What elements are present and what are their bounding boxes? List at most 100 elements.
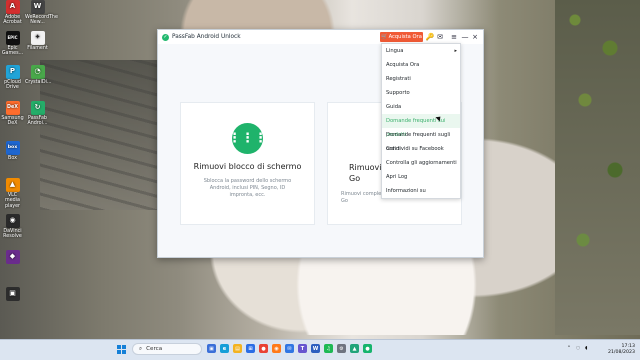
minimize-icon[interactable]: — — [461, 33, 469, 41]
desktop-icon-adobe-acrobat[interactable]: A Adobe Acrobat — [0, 0, 25, 26]
submenu-arrow-icon: ▸ — [454, 48, 457, 54]
grid-lock-icon: ⋮⋮⋮ — [228, 123, 267, 154]
mail-icon[interactable]: ✉ — [285, 344, 294, 353]
desktop-icon-werecord[interactable]: W WeRecordThe New... — [25, 0, 58, 26]
desktop-icon-purple-app[interactable]: ◆ — [0, 250, 25, 265]
crystaldisk-icon: ◔ — [30, 65, 45, 79]
photos-icon[interactable]: ▲ — [350, 344, 359, 353]
windows-start-icon[interactable] — [117, 345, 126, 354]
passfab-icon: ↻ — [30, 101, 45, 115]
wifi-icon[interactable]: ◌ — [576, 346, 580, 351]
menu-item-open-log[interactable]: Apri Log — [382, 170, 460, 184]
desktop-icon-label: VLC media player — [4, 193, 21, 209]
remove-screen-lock-card[interactable]: ⋮⋮⋮ Rimuovi blocco di schermo Sblocca la… — [180, 102, 315, 225]
menu-item-check-updates[interactable]: Controlla gli aggiornamenti — [382, 156, 460, 170]
cart-icon: 🛒 — [381, 34, 388, 40]
menu-icon[interactable]: ≡ — [450, 33, 458, 41]
davinci-icon: ◉ — [5, 214, 20, 228]
filament-icon: ✦ — [30, 31, 45, 45]
menu-item-label: Condividi su Facebook — [386, 146, 444, 152]
menu-item-guide[interactable]: Guida — [382, 100, 460, 114]
word-icon[interactable]: W — [311, 344, 320, 353]
taskbar-date: 21/08/2023 — [607, 349, 635, 355]
firefox-icon[interactable]: ◉ — [272, 344, 281, 353]
taskbar-search[interactable]: ⌕ Cerca — [132, 343, 202, 355]
desktop-icon-filament[interactable]: ✦ Filament — [25, 31, 50, 51]
menu-item-about[interactable]: Informazioni su — [382, 184, 460, 198]
menu-item-register[interactable]: Registrati — [382, 72, 460, 86]
menu-item-label: Supporto — [386, 90, 410, 96]
store-icon[interactable]: ⊞ — [246, 344, 255, 353]
pcloud-icon: P — [5, 65, 20, 79]
feedback-icon[interactable]: ✉ — [436, 33, 444, 41]
desktop-icons: A Adobe Acrobat W WeRecordThe New... EPI… — [0, 0, 58, 325]
menu-item-label: Guida — [386, 104, 402, 110]
menu-item-label: Controlla gli aggiornamenti — [386, 160, 457, 166]
chrome-icon[interactable]: ● — [259, 344, 268, 353]
close-icon[interactable]: × — [471, 33, 479, 41]
desktop-icon-crystaldisk[interactable]: ◔ CrystalDi... — [25, 65, 52, 85]
desktop-icon-label: Box — [8, 156, 17, 161]
buy-now-button[interactable]: 🛒 Acquista Ora — [380, 32, 423, 42]
menu-item-label: Informazioni su — [386, 188, 426, 194]
desktop-icon-pcloud[interactable]: P pCloud Drive — [0, 65, 25, 91]
title-bar: ✓ PassFab Android Unlock 🛒 Acquista Ora … — [158, 30, 483, 44]
desktop-icon-label: Epic Games... — [1, 46, 24, 57]
dark-app-icon: ▣ — [5, 287, 20, 301]
teams-icon[interactable]: T — [298, 344, 307, 353]
desktop-icon-vlc[interactable]: ▲ VLC media player — [0, 178, 25, 209]
key-icon[interactable]: 🔑 — [426, 33, 435, 41]
settings-icon[interactable]: ⚙ — [337, 344, 346, 353]
samsung-dex-icon: DeX — [5, 101, 20, 115]
buy-now-label: Acquista Ora — [388, 34, 422, 40]
desktop-icon-label: WeRecordThe New... — [25, 15, 58, 26]
desktop-icon-label: DaVinci Resolve — [3, 229, 22, 240]
search-icon: ⌕ — [139, 345, 143, 352]
menu-item-share-facebook[interactable]: Condividi su Facebook — [382, 142, 460, 156]
taskbar-apps: ▣ e ▤ ⊞ ● ◉ ✉ T W ♫ ⚙ ▲ ● — [207, 344, 372, 353]
adobe-acrobat-icon: A — [5, 0, 20, 14]
desktop-icon-label: pCloud Drive — [4, 80, 21, 91]
passfab-logo-icon: ✓ — [162, 33, 169, 41]
app-icon[interactable]: ● — [363, 344, 372, 353]
desktop-icon-passfab-android[interactable]: ↻ PassFab Androi... — [25, 101, 50, 127]
taskbar-clock[interactable]: 17:13 21/08/2023 — [608, 344, 635, 355]
desktop-icon-davinci[interactable]: ◉ DaVinci Resolve — [0, 214, 25, 240]
desktop-icon-box[interactable]: box Box — [0, 141, 25, 161]
desktop-icon-dark-app[interactable]: ▣ — [0, 287, 25, 302]
system-tray[interactable]: ⌃ ◌ ◖ 17:13 21/08/2023 — [567, 344, 637, 356]
menu-item-support[interactable]: Supporto — [382, 86, 460, 100]
menu-item-label: Registrati — [386, 76, 411, 82]
menu-item-label: Lingua — [386, 48, 404, 54]
file-explorer-icon[interactable]: ▤ — [233, 344, 242, 353]
menu-item-product-faq[interactable]: Domande frequenti sui prodotti — [382, 114, 460, 138]
desktop-icon-label: CrystalDi... — [25, 80, 52, 85]
window-title: PassFab Android Unlock — [172, 34, 241, 40]
desktop-icon-samsung-dex[interactable]: DeX Samsung DeX — [0, 101, 25, 127]
purple-app-icon: ◆ — [5, 250, 20, 264]
task-view-icon[interactable]: ▣ — [207, 344, 216, 353]
desktop-icon-epic-games[interactable]: EPIC Epic Games... — [0, 31, 25, 57]
menu-item-order-faq[interactable]: Domande frequenti sugli ordini — [382, 128, 460, 152]
card-title: Rimuovi blocco di schermo — [193, 162, 302, 171]
menu-item-language[interactable]: Lingua ▸ — [382, 44, 460, 58]
menu-item-label: Acquista Ora — [386, 62, 420, 68]
menu-item-buy-now[interactable]: Acquista Ora — [382, 58, 460, 72]
edge-icon[interactable]: e — [220, 344, 229, 353]
desktop-icon-label: Filament — [27, 46, 48, 51]
epic-games-icon: EPIC — [5, 31, 20, 45]
desktop-icon-label: PassFab Androi... — [27, 116, 48, 127]
menu-item-label: Apri Log — [386, 174, 408, 180]
settings-menu: Lingua ▸ Acquista Ora Registrati Support… — [381, 43, 461, 199]
taskbar: ⌕ Cerca ▣ e ▤ ⊞ ● ◉ ✉ T W ♫ ⚙ ▲ ● ⌃ ◌ ◖ … — [0, 339, 640, 360]
box-icon: box — [5, 141, 20, 155]
card-description: Sblocca la password dello schermo Androi… — [203, 178, 292, 198]
spotify-icon[interactable]: ♫ — [324, 344, 333, 353]
werecord-icon: W — [30, 0, 45, 14]
vlc-icon: ▲ — [5, 178, 20, 192]
desktop-icon-label: Samsung DeX — [1, 116, 24, 127]
search-placeholder: Cerca — [146, 346, 163, 352]
desktop-icon-label: Adobe Acrobat — [3, 15, 22, 26]
tray-chevron-icon[interactable]: ⌃ — [567, 346, 571, 351]
volume-icon[interactable]: ◖ — [585, 346, 587, 351]
